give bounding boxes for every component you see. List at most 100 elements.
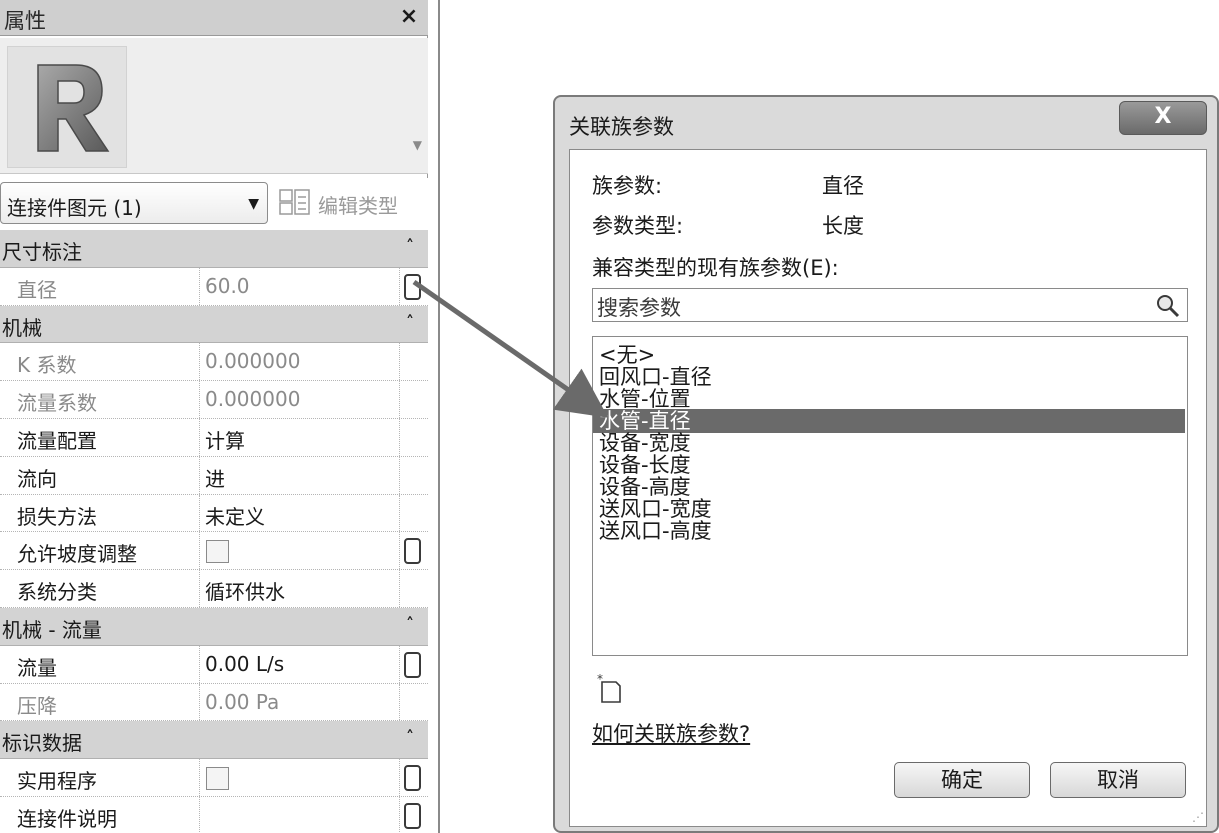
column-divider	[399, 267, 400, 305]
new-parameter-icon[interactable]: *	[596, 672, 626, 708]
column-divider	[399, 494, 400, 532]
property-name: 连接件说明	[17, 806, 117, 831]
property-group-label: 机械 - 流量	[2, 617, 102, 642]
property-name: 流量配置	[17, 428, 97, 453]
column-divider	[199, 456, 200, 494]
column-divider	[199, 267, 200, 305]
associate-parameter-button[interactable]	[404, 538, 421, 565]
param-list-item[interactable]: 回风口-直径	[593, 365, 1185, 389]
selector-row: 连接件图元 (1) ▼ 编辑类型	[0, 178, 428, 230]
param-list-item[interactable]: 设备-长度	[593, 453, 1185, 477]
property-value[interactable]: 0.000000	[205, 387, 300, 411]
param-list-item[interactable]: 送风口-高度	[593, 519, 1185, 543]
search-input[interactable]: 搜索参数	[592, 288, 1188, 322]
property-row: 流向 进	[0, 456, 428, 495]
collapse-chevron-icon[interactable]: ˄	[406, 727, 414, 746]
associate-parameter-button[interactable]	[404, 765, 421, 792]
chevron-down-icon[interactable]: ▼	[413, 138, 422, 152]
property-name: 流量系数	[17, 391, 97, 416]
associate-parameter-button[interactable]	[404, 273, 421, 300]
column-divider	[199, 532, 200, 570]
collapse-chevron-icon[interactable]: ˄	[406, 236, 414, 255]
cancel-button[interactable]: 取消	[1050, 762, 1186, 798]
column-divider	[399, 683, 400, 721]
property-checkbox[interactable]	[206, 540, 229, 564]
properties-palette: 属性 × ▼ 连接件图元 (1) ▼ 编辑类型 尺寸标注 ˄ 直径 60.0 机…	[0, 0, 428, 833]
column-divider	[199, 796, 200, 833]
property-row: 流量配置 计算	[0, 418, 428, 457]
param-type-value: 长度	[822, 214, 864, 238]
param-list-item[interactable]: <无>	[593, 343, 1185, 367]
property-row: 压降 0.00 Pa	[0, 683, 428, 722]
family-param-label: 族参数:	[592, 174, 663, 198]
column-divider	[399, 759, 400, 796]
column-divider	[399, 645, 400, 683]
param-type-label: 参数类型:	[592, 214, 684, 238]
param-list-item[interactable]: 水管-位置	[593, 387, 1185, 411]
param-list-item[interactable]: 设备-宽度	[593, 431, 1185, 455]
instance-filter-dropdown[interactable]: 连接件图元 (1) ▼	[0, 182, 268, 224]
param-list-item[interactable]: 设备-高度	[593, 475, 1185, 499]
property-row: 系统分类 循环供水	[0, 570, 428, 608]
edit-type-label: 编辑类型	[318, 194, 398, 218]
param-list-item[interactable]: 水管-直径	[593, 409, 1185, 433]
collapse-chevron-icon[interactable]: ˄	[406, 312, 414, 331]
search-placeholder: 搜索参数	[597, 296, 681, 320]
properties-title: 属性	[4, 9, 46, 33]
associate-parameter-button[interactable]	[404, 651, 421, 678]
property-name: 损失方法	[17, 504, 97, 529]
property-name: 压降	[17, 693, 57, 718]
property-name: 直径	[17, 277, 57, 302]
property-value[interactable]: 60.0	[205, 274, 250, 298]
param-list-item[interactable]: 送风口-宽度	[593, 497, 1185, 521]
property-name: 系统分类	[17, 580, 97, 605]
properties-title-bar: 属性 ×	[0, 0, 428, 36]
chevron-down-icon: ▼	[248, 196, 259, 212]
property-group-header[interactable]: 尺寸标注 ˄	[0, 230, 428, 268]
family-param-value: 直径	[822, 174, 864, 198]
property-checkbox[interactable]	[206, 767, 229, 791]
property-grid: 尺寸标注 ˄ 直径 60.0 机械 ˄ K 系数 0.000000 流量系数 0.000000 流量…	[0, 230, 428, 833]
dialog-body: 族参数: 直径 参数类型: 长度 兼容类型的现有族参数(E): 搜索参数 <无>…	[569, 149, 1207, 827]
compatible-params-label: 兼容类型的现有族参数(E):	[592, 256, 839, 280]
property-row: 损失方法 未定义	[0, 494, 428, 533]
property-name: K 系数	[17, 353, 77, 378]
close-icon[interactable]: ×	[396, 3, 422, 31]
column-divider	[399, 343, 400, 381]
column-divider	[399, 418, 400, 456]
property-value[interactable]: 0.000000	[205, 349, 300, 373]
dialog-close-button[interactable]: X	[1119, 101, 1207, 135]
help-link[interactable]: 如何关联族参数?	[592, 718, 750, 748]
property-name: 流量	[17, 655, 57, 680]
property-group-label: 标识数据	[2, 731, 82, 756]
column-divider	[199, 570, 200, 607]
property-group-header[interactable]: 标识数据 ˄	[0, 721, 428, 760]
property-row: K 系数 0.000000	[0, 343, 428, 382]
column-divider	[199, 418, 200, 456]
property-row: 流量 0.00 L/s	[0, 645, 428, 684]
existing-params-list[interactable]: <无> 回风口-直径 水管-位置 水管-直径 设备-宽度 设备-长度 设备-高度 送风口-宽度…	[592, 336, 1188, 656]
property-value[interactable]: 0.00 L/s	[205, 652, 284, 676]
associate-parameter-button[interactable]	[404, 802, 421, 829]
property-value[interactable]: 计算	[205, 425, 245, 454]
property-row: 连接件说明	[0, 796, 428, 833]
property-value[interactable]: 循环供水	[205, 576, 285, 605]
column-divider	[399, 456, 400, 494]
property-group-header[interactable]: 机械 - 流量 ˄	[0, 607, 428, 646]
property-value[interactable]: 进	[205, 463, 225, 492]
instance-filter-label: 连接件图元 (1)	[7, 196, 142, 220]
property-row: 实用程序	[0, 759, 428, 797]
column-divider	[199, 645, 200, 683]
property-value[interactable]: 未定义	[205, 501, 265, 530]
column-divider	[399, 570, 400, 607]
close-icon: X	[1154, 104, 1172, 129]
type-selector-preview[interactable]: ▼	[0, 38, 428, 174]
search-icon[interactable]	[1155, 293, 1181, 323]
property-row: 直径 60.0	[0, 267, 428, 306]
collapse-chevron-icon[interactable]: ˄	[406, 614, 414, 633]
resize-grip-icon[interactable]: ⋰	[1192, 810, 1204, 824]
property-value[interactable]: 0.00 Pa	[205, 690, 279, 714]
ok-button[interactable]: 确定	[894, 762, 1030, 798]
edit-type-icon	[278, 188, 312, 222]
property-group-header[interactable]: 机械 ˄	[0, 305, 428, 344]
